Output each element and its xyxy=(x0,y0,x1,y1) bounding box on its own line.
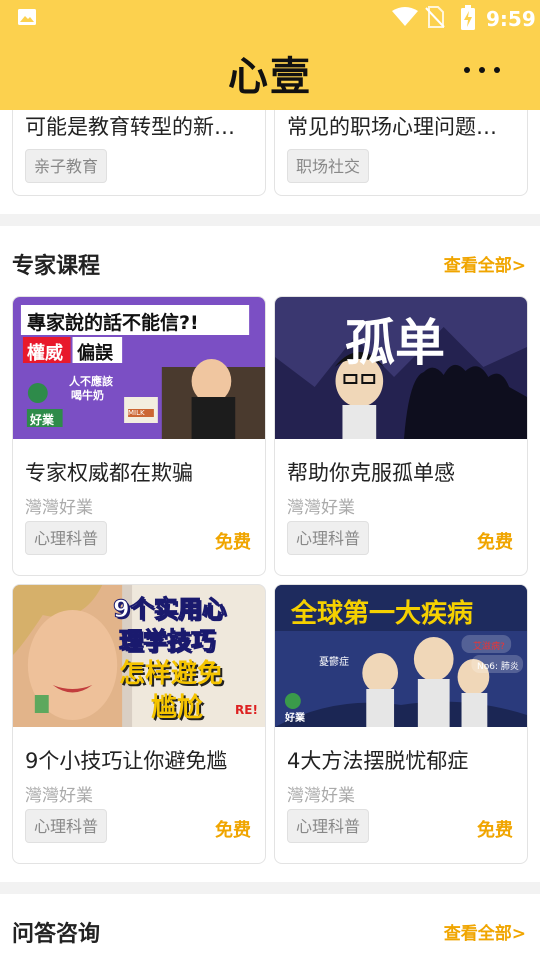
course-card[interactable]: 全球第一大疾病 艾滋病? No6: 肺炎 憂鬱症 好業 4大方法摆脱忧郁症 灣灣… xyxy=(274,584,528,864)
course-card[interactable]: 孤单 帮助你克服孤单感 灣灣好業 心理科普 免费 xyxy=(274,296,528,576)
thumb-headline: 專家說的話不能信?! xyxy=(27,312,199,334)
card-tag: 心理科普 xyxy=(287,809,370,843)
card-author: 灣灣好業 xyxy=(25,498,93,518)
card-title: 专家权威都在欺骗 xyxy=(25,461,193,485)
thumb-headline: 全球第一大疾病 xyxy=(291,599,474,629)
card-title: 9个小技巧让你避免尴 xyxy=(25,749,228,773)
thumb-bubble: 憂鬱症 xyxy=(319,657,349,668)
expert-view-all-link[interactable]: 查看全部> xyxy=(444,251,526,276)
qa-view-all-link[interactable]: 查看全部> xyxy=(444,919,526,944)
thumb-red-label: 權威 xyxy=(27,343,63,364)
card-title: 4大方法摆脱忧郁症 xyxy=(287,749,469,773)
thumb-line: 怎样避免 xyxy=(119,659,224,689)
card-tag: 职场社交 xyxy=(287,149,370,183)
card-tag: 心理科普 xyxy=(287,521,370,555)
card-price: 免费 xyxy=(477,532,513,553)
card-title: 常见的职场心理问题… xyxy=(287,115,497,139)
section-title-expert: 专家课程 xyxy=(12,254,101,279)
thumb-milk: MILK xyxy=(128,409,145,417)
thumb-line: 理学技巧 xyxy=(119,627,216,656)
card-tag: 亲子教育 xyxy=(25,149,108,183)
card-price: 免费 xyxy=(215,820,251,841)
card-author: 灣灣好業 xyxy=(287,786,355,806)
thumb-bubble: 艾滋病? xyxy=(473,642,505,652)
more-options-button[interactable] xyxy=(460,52,504,86)
app-header: 9:59 心壹 xyxy=(0,0,540,110)
course-card[interactable]: 專家說的話不能信?! 權威 偏誤 人不應該 喝牛奶 好業 MILK 专家权威都在… xyxy=(12,296,266,576)
card-title: 帮助你克服孤单感 xyxy=(287,461,455,485)
card-tag: 心理科普 xyxy=(25,521,108,555)
status-bar: 9:59 xyxy=(0,0,540,36)
course-card[interactable]: 9个实用心 理学技巧 怎样避免 尴尬 RE! 9个小技巧让你避免尴 灣灣好業 心… xyxy=(12,584,266,864)
battery-icon xyxy=(461,5,475,30)
thumb-line: 9个实用心 xyxy=(113,595,227,624)
card-author: 灣灣好業 xyxy=(287,498,355,518)
card-price: 免费 xyxy=(215,532,251,553)
thumb-brand: 好業 xyxy=(285,713,305,724)
status-time: 9:59 xyxy=(486,7,536,31)
dot xyxy=(464,67,470,73)
card-tag: 心理科普 xyxy=(25,809,108,843)
thumb-brand: 好業 xyxy=(30,413,55,427)
thumb-bubble: No6: 肺炎 xyxy=(477,662,519,672)
thumb-line: 尴尬 xyxy=(151,693,204,723)
wifi-icon xyxy=(392,7,418,26)
card-price: 免费 xyxy=(477,820,513,841)
image-notification-icon xyxy=(18,9,36,25)
thumb-label: 偏誤 xyxy=(77,343,113,364)
thumb-corner: RE! xyxy=(235,703,258,717)
dot xyxy=(479,67,485,73)
thumb-headline: 孤单 xyxy=(345,314,445,372)
dot xyxy=(494,67,500,73)
card-author: 灣灣好業 xyxy=(25,786,93,806)
thumb-caption: 喝牛奶 xyxy=(71,389,104,402)
card-title: 可能是教育转型的新… xyxy=(25,115,235,139)
section-title-qa: 问答咨询 xyxy=(12,922,101,947)
app-title: 心壹 xyxy=(228,54,312,100)
no-sim-icon xyxy=(425,6,445,28)
